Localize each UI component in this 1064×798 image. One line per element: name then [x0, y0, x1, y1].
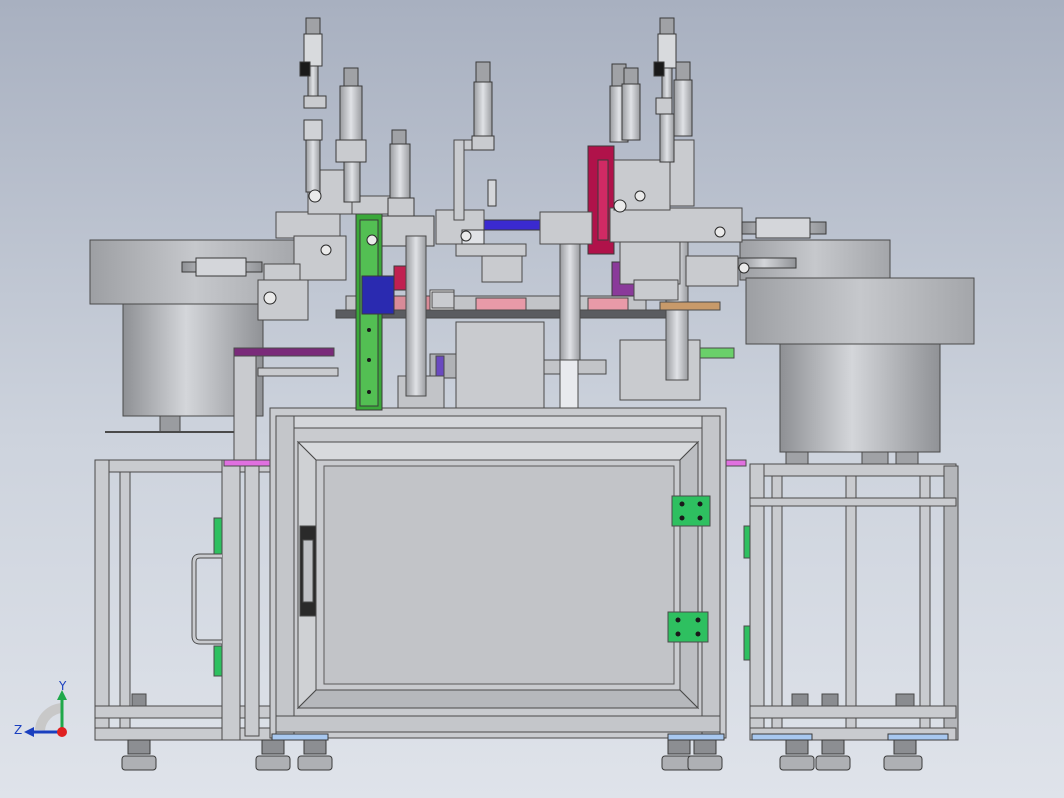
- right-profile-frame: [725, 459, 959, 741]
- cad-viewport[interactable]: Y Z: [0, 0, 1064, 798]
- coordinate-triad: Y Z: [14, 679, 67, 737]
- origin-marker: [57, 727, 67, 737]
- z-axis-label: Z: [14, 723, 22, 737]
- right-bowl-feeder: [739, 239, 975, 467]
- machine-assembly-drawing: Y Z: [14, 17, 975, 771]
- main-cabinet: [269, 407, 727, 739]
- y-axis-label: Y: [58, 679, 67, 693]
